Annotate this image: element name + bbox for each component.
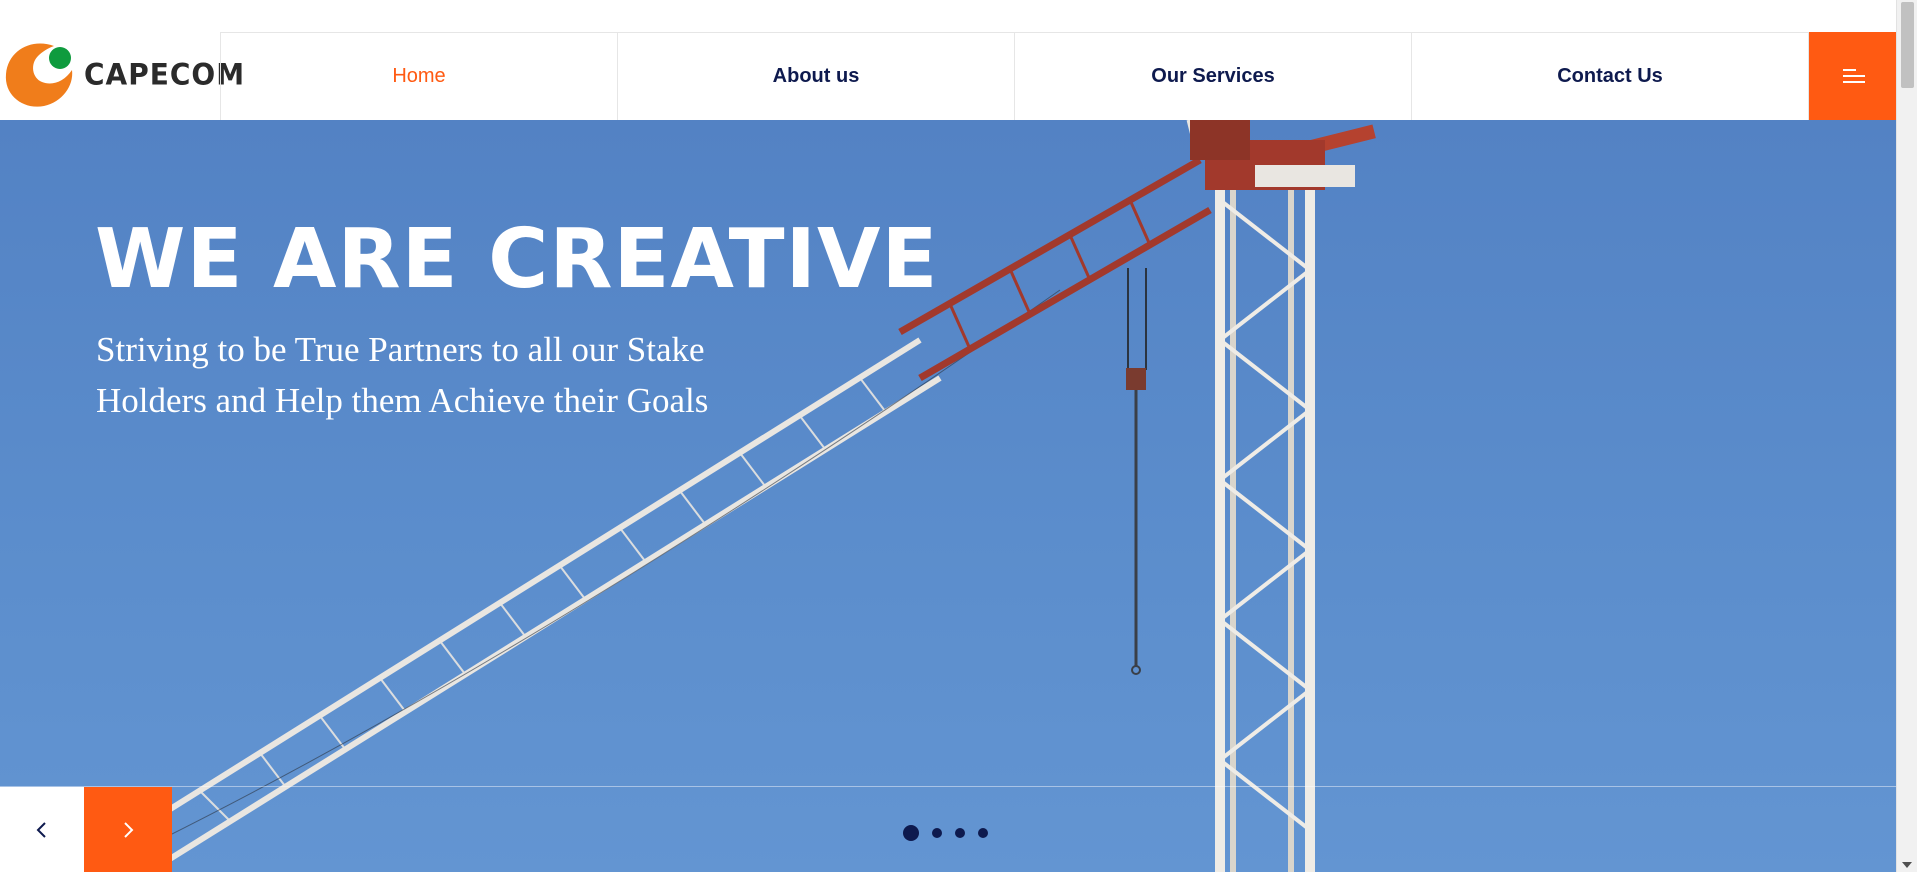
chevron-right-icon bbox=[124, 821, 134, 838]
site-header: CAPECOM Home About us Our Services Conta… bbox=[0, 0, 1896, 120]
slider-dot-4[interactable] bbox=[978, 828, 988, 838]
hero-divider bbox=[0, 786, 1896, 787]
slider-dot-3[interactable] bbox=[955, 828, 965, 838]
nav-item-about-us[interactable]: About us bbox=[618, 33, 1015, 120]
slider-prev-button[interactable] bbox=[0, 787, 84, 872]
nav-item-contact-us[interactable]: Contact Us bbox=[1412, 33, 1809, 120]
menu-button[interactable] bbox=[1809, 32, 1896, 120]
scroll-down-arrow-icon[interactable] bbox=[1902, 862, 1912, 868]
page-scrollbar[interactable] bbox=[1896, 0, 1917, 872]
logo[interactable]: CAPECOM bbox=[2, 36, 244, 112]
logo-mark-icon bbox=[5, 43, 73, 107]
nav-item-home[interactable]: Home bbox=[221, 33, 618, 120]
slider-dot-1[interactable] bbox=[903, 825, 919, 841]
slider-next-button[interactable] bbox=[84, 787, 172, 872]
slider-pagination bbox=[903, 825, 988, 841]
scrollbar-thumb[interactable] bbox=[1901, 2, 1914, 88]
hamburger-icon bbox=[1842, 69, 1865, 83]
hero-subtitle: Striving to be True Partners to all our … bbox=[96, 330, 709, 420]
hero-slider: WE ARE CREATIVE Striving to be True Part… bbox=[0, 120, 1896, 872]
main-nav: Home About us Our Services Contact Us bbox=[220, 32, 1809, 120]
chevron-left-icon bbox=[36, 821, 46, 838]
page: CAPECOM Home About us Our Services Conta… bbox=[0, 0, 1896, 872]
hero-title: WE ARE CREATIVE bbox=[95, 212, 939, 307]
slider-dot-2[interactable] bbox=[932, 828, 942, 838]
nav-item-our-services[interactable]: Our Services bbox=[1015, 33, 1412, 120]
